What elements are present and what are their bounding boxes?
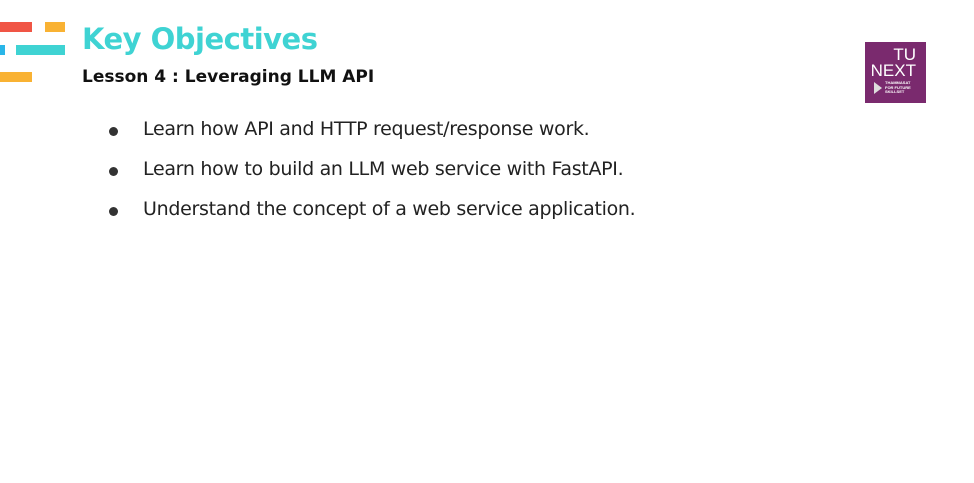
- list-item: Learn how to build an LLM web service wi…: [106, 158, 635, 198]
- decor-bar-cyan: [16, 45, 65, 55]
- tu-next-logo: TU NEXT THAMMASAT FOR FUTURE SKILLSET: [865, 42, 926, 103]
- decor-bar-orange: [45, 22, 65, 32]
- chevron-right-icon: [874, 82, 882, 94]
- decor-bar-orange-2: [0, 72, 32, 82]
- logo-line2: NEXT: [870, 61, 916, 80]
- slide-subtitle: Lesson 4 : Leveraging LLM API: [82, 67, 375, 87]
- list-item: Learn how API and HTTP request/response …: [106, 118, 635, 158]
- slide-title: Key Objectives: [82, 22, 318, 56]
- decor-bar-blue: [0, 45, 5, 55]
- list-item: Understand the concept of a web service …: [106, 198, 636, 238]
- objectives-list: Learn how API and HTTP request/response …: [106, 118, 636, 238]
- decor-bar-red: [0, 22, 32, 32]
- logo-tagline: THAMMASAT FOR FUTURE SKILLSET: [885, 80, 911, 94]
